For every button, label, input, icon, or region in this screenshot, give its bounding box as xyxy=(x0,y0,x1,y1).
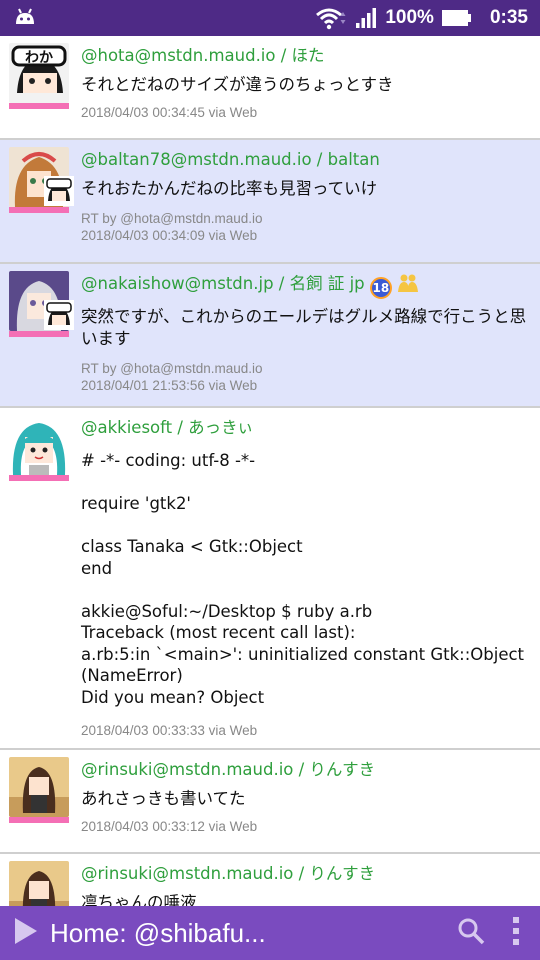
toot-content: それおたかんだねの比率も見習っていけ xyxy=(81,179,378,198)
clock: 0:35 xyxy=(489,7,528,28)
toot-item[interactable]: @akkiesoft / あっきぃ # -*- coding: utf-8 -*… xyxy=(0,408,540,750)
play-icon xyxy=(13,916,39,950)
age-badge-icon: 18 xyxy=(369,277,392,299)
toot-meta: 2018/04/03 00:33:33 via Web xyxy=(81,722,530,739)
avatar[interactable] xyxy=(9,415,69,475)
toot-content: あれさっきも書いてた xyxy=(81,789,246,808)
toot-item[interactable]: @rinsuki@mstdn.maud.io / りんすき 凛ちゃんの唾液 xyxy=(0,854,540,906)
play-button[interactable] xyxy=(6,906,46,960)
account-name[interactable]: @nakaishow@mstdn.jp / 名飼 証 jp 18 xyxy=(81,272,530,300)
toot-item-reblog[interactable]: @nakaishow@mstdn.jp / 名飼 証 jp 18 突然ですが、こ… xyxy=(0,264,540,408)
reblogged-by[interactable]: RT by @hota@mstdn.maud.io xyxy=(81,360,530,377)
account-name[interactable]: @baltan78@mstdn.maud.io / baltan xyxy=(81,148,530,172)
toot-meta: RT by @hota@mstdn.maud.io 2018/04/03 00:… xyxy=(81,210,530,244)
avatar-underline xyxy=(9,207,69,213)
avatar-underline xyxy=(9,817,69,823)
bottom-bar: Home: @shibafu... xyxy=(0,906,540,960)
toot-meta: 2018/04/03 00:34:45 via Web xyxy=(81,104,530,121)
avatar[interactable] xyxy=(9,861,69,906)
booster-avatar[interactable] xyxy=(44,176,74,206)
toot-timestamp: 2018/04/03 00:34:09 via Web xyxy=(81,228,258,243)
toot-timestamp: 2018/04/01 21:53:56 via Web xyxy=(81,378,258,393)
toot-timestamp: 2018/04/03 00:33:12 via Web xyxy=(81,819,258,834)
android-icon xyxy=(14,6,36,30)
avatar[interactable]: わか xyxy=(9,43,69,103)
account-name[interactable]: @akkiesoft / あっきぃ xyxy=(81,416,530,440)
wifi-icon xyxy=(315,6,347,30)
account-name[interactable]: @rinsuki@mstdn.maud.io / りんすき xyxy=(81,862,530,886)
avatar-underline xyxy=(9,103,69,109)
avatar-underline xyxy=(9,331,69,337)
signal-icon xyxy=(355,7,377,29)
timeline-title[interactable]: Home: @shibafu... xyxy=(50,918,446,949)
toot-meta: RT by @hota@mstdn.maud.io 2018/04/01 21:… xyxy=(81,360,530,394)
avatar-underline xyxy=(9,475,69,481)
toot-item[interactable]: わか @hota@mstdn.maud.io / ほた それとだねのサイズが違う… xyxy=(0,36,540,140)
status-bar: 100% 0:35 xyxy=(0,0,540,36)
account-name-text: @nakaishow@mstdn.jp / 名飼 証 jp xyxy=(81,274,365,293)
toot-timestamp: 2018/04/03 00:34:45 via Web xyxy=(81,105,258,120)
overflow-menu-button[interactable] xyxy=(496,906,536,960)
account-name[interactable]: @hota@mstdn.maud.io / ほた xyxy=(81,44,530,68)
toot-content: 凛ちゃんの唾液 xyxy=(81,893,197,906)
people-icon xyxy=(397,273,419,300)
svg-text:わか: わか xyxy=(25,50,53,66)
toot-item-reblog[interactable]: @baltan78@mstdn.maud.io / baltan それおたかんだ… xyxy=(0,140,540,264)
toot-item[interactable]: @rinsuki@mstdn.maud.io / りんすき あれさっきも書いてた… xyxy=(0,750,540,854)
reblogged-by[interactable]: RT by @hota@mstdn.maud.io xyxy=(81,210,530,227)
toot-content: # -*- coding: utf-8 -*- require 'gtk2' c… xyxy=(81,451,525,707)
toot-content: それとだねのサイズが違うのちょっとすき xyxy=(81,75,394,94)
toot-timestamp: 2018/04/03 00:33:33 via Web xyxy=(81,723,258,738)
booster-avatar[interactable] xyxy=(44,300,74,330)
toot-meta: 2018/04/03 00:33:12 via Web xyxy=(81,818,530,835)
battery-icon xyxy=(441,8,472,28)
avatar[interactable] xyxy=(9,757,69,817)
overflow-menu-icon xyxy=(511,916,521,950)
search-button[interactable] xyxy=(446,906,496,960)
battery-percent: 100% xyxy=(385,7,434,28)
account-name[interactable]: @rinsuki@mstdn.maud.io / りんすき xyxy=(81,758,530,782)
timeline[interactable]: わか @hota@mstdn.maud.io / ほた それとだねのサイズが違う… xyxy=(0,36,540,906)
toot-content: 突然ですが、これからのエールデはグルメ路線で行こうと思います xyxy=(81,307,527,348)
search-icon xyxy=(457,917,485,949)
